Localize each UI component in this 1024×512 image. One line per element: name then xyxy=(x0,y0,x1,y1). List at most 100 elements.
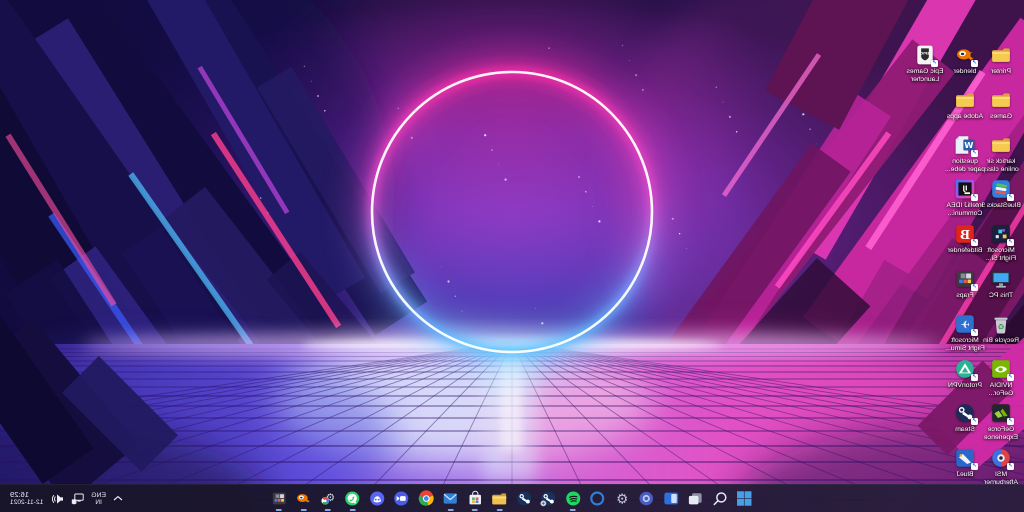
shortcut-arrow-icon: ↗ xyxy=(1007,194,1014,201)
taskbar-button-settings[interactable]: ⚙ xyxy=(613,490,631,508)
volume-button[interactable] xyxy=(50,493,64,505)
svg-text:♻: ♻ xyxy=(997,322,1004,331)
desktop-icon-label: BlueStacks 5 xyxy=(981,202,1021,210)
desktop-icon-label: GeForce Experience xyxy=(984,426,1018,442)
steam-notification-icon xyxy=(540,490,557,507)
shortcut-arrow-icon: ↗ xyxy=(1007,239,1014,246)
tray-show-hidden-icons-button[interactable] xyxy=(113,495,123,502)
desktop-icon-question-paper[interactable]: W↗question paper debe... xyxy=(943,134,987,174)
nvidia-icon: ↗ xyxy=(990,358,1012,380)
tray-clock[interactable]: 16:29 12-11-2021 xyxy=(10,491,43,507)
shortcut-arrow-icon: ↗ xyxy=(1007,374,1014,381)
desktop-icon-label: NVIDIA GeFor... xyxy=(989,382,1014,398)
running-indicator xyxy=(325,509,331,511)
screenshot: PrinterGameskartick sir online class↗Blu… xyxy=(0,0,1024,512)
word-icon: W↗ xyxy=(954,134,976,156)
taskbar-button-blue-ring-app[interactable] xyxy=(589,490,607,508)
tray-language-indicator[interactable]: ENG IN xyxy=(91,492,106,506)
protonvpn-icon: ↗ xyxy=(954,358,976,380)
desktop-icon-label: IntelliJ IDEA Communi... xyxy=(946,202,983,218)
desktop-icon-steam[interactable]: ↗Steam xyxy=(943,402,987,434)
desktop-icon-bitdefender[interactable]: B↗ Bitdefender xyxy=(943,223,987,255)
folder-icon xyxy=(954,89,976,111)
taskbar-button-zoom[interactable] xyxy=(393,490,411,508)
desktop-icon-grid: PrinterGameskartick sir online class↗Blu… xyxy=(0,0,1024,485)
running-indicator xyxy=(472,509,478,511)
taskbar-buttons: ⚙⚙ xyxy=(270,485,754,512)
running-indicator xyxy=(301,509,307,511)
desktop-icon-label: kartick sir online class xyxy=(983,158,1019,174)
desktop-icon-label: Bitdefender xyxy=(948,247,983,255)
file-explorer-icon xyxy=(491,490,508,507)
taskbar-button-blender[interactable] xyxy=(295,490,313,508)
taskbar-button-start[interactable] xyxy=(736,490,754,508)
svg-text:⚙: ⚙ xyxy=(616,492,628,507)
desktop-icon-protonvpn[interactable]: ↗ProtonVPN xyxy=(943,358,987,390)
taskbar-button-chrome[interactable] xyxy=(417,490,435,508)
clock-time: 16:29 xyxy=(10,491,29,499)
cortana-icon xyxy=(638,490,655,507)
desktop-icon-bluej[interactable]: ↗BlueJ xyxy=(943,447,987,479)
language-line1: ENG xyxy=(91,492,106,499)
desktop-icon-label: blender xyxy=(954,68,977,76)
desktop-icon-fraps[interactable]: ↗Fraps xyxy=(943,268,987,300)
running-indicator xyxy=(276,509,282,511)
taskbar-button-utility-gears[interactable]: ⚙ xyxy=(319,490,337,508)
taskbar-button-whatsapp[interactable] xyxy=(344,490,362,508)
bluej-icon: ↗ xyxy=(954,447,976,469)
shortcut-arrow-icon: ↗ xyxy=(971,374,978,381)
desktop-icon-label: Fraps xyxy=(956,292,973,300)
microsoft-store-icon xyxy=(467,490,484,507)
widgets-icon xyxy=(663,490,680,507)
chevron-up-icon xyxy=(113,495,123,502)
folder-icon xyxy=(990,44,1012,66)
desktop-icon-microsoft-flight-simu[interactable]: ✈↗Microsoft Flight Simu... xyxy=(943,313,987,353)
running-indicator xyxy=(448,509,454,511)
shortcut-arrow-icon: ↗ xyxy=(971,150,978,157)
start-icon xyxy=(736,490,753,507)
shortcut-arrow-icon: ↗ xyxy=(971,418,978,425)
bitdefender-icon: B↗ xyxy=(954,223,976,245)
shortcut-arrow-icon: ↗ xyxy=(971,463,978,470)
taskbar-button-fraps[interactable] xyxy=(270,490,288,508)
taskbar-button-cortana[interactable] xyxy=(638,490,656,508)
msi_ab-icon: ↗ xyxy=(990,447,1012,469)
desktop-icon-label: Epic Games Launcher xyxy=(906,68,943,84)
thispc-icon xyxy=(990,268,1012,290)
zoom-icon xyxy=(393,490,410,507)
taskbar-button-microsoft-store[interactable] xyxy=(466,490,484,508)
network-icon xyxy=(71,493,84,505)
desktop-icon-label: Adobe apps xyxy=(947,113,983,121)
shortcut-arrow-icon: ↗ xyxy=(1007,463,1014,470)
fraps-icon xyxy=(271,490,288,507)
desktop-icon-adobe-apps[interactable]: Adobe apps xyxy=(943,89,987,121)
taskbar-button-steam-notification[interactable] xyxy=(540,490,558,508)
network-button[interactable] xyxy=(71,493,84,505)
speaker-icon xyxy=(50,493,64,505)
taskbar-button-steam[interactable] xyxy=(515,490,533,508)
shortcut-arrow-icon: ↗ xyxy=(971,194,978,201)
geforce-icon: ↗ xyxy=(990,402,1012,424)
desktop-icon-blender[interactable]: ↗blender xyxy=(943,44,987,76)
desktop-icon-label: Microsoft Flight Si... xyxy=(986,247,1016,263)
shortcut-arrow-icon: ↗ xyxy=(971,284,978,291)
search-icon xyxy=(712,490,729,507)
taskbar-button-spotify[interactable] xyxy=(564,490,582,508)
desktop-icon-epic-games-launcher[interactable]: EPIC↗ Epic Games Launcher xyxy=(903,44,947,84)
desktop-icon-label: Microsoft Flight Simu... xyxy=(945,337,985,353)
taskbar-button-discord[interactable] xyxy=(368,490,386,508)
spotify-icon xyxy=(565,490,582,507)
taskbar-button-mail[interactable] xyxy=(442,490,460,508)
desktop-icon-intellij-idea[interactable]: IJ↗IntelliJ IDEA Communi... xyxy=(943,178,987,218)
taskbar-button-task-view[interactable] xyxy=(687,490,705,508)
taskbar-button-search[interactable] xyxy=(711,490,729,508)
taskbar-button-widgets[interactable] xyxy=(662,490,680,508)
running-indicator xyxy=(497,509,503,511)
taskbar-button-file-explorer[interactable] xyxy=(491,490,509,508)
svg-text:EPIC: EPIC xyxy=(920,52,929,56)
system-tray: ENG IN 16:29 12-11-2021 xyxy=(0,485,123,512)
task-view-icon xyxy=(687,490,704,507)
epic-icon: EPIC↗ xyxy=(914,44,936,66)
settings-icon: ⚙ xyxy=(614,490,631,507)
language-line2: IN xyxy=(95,499,101,506)
